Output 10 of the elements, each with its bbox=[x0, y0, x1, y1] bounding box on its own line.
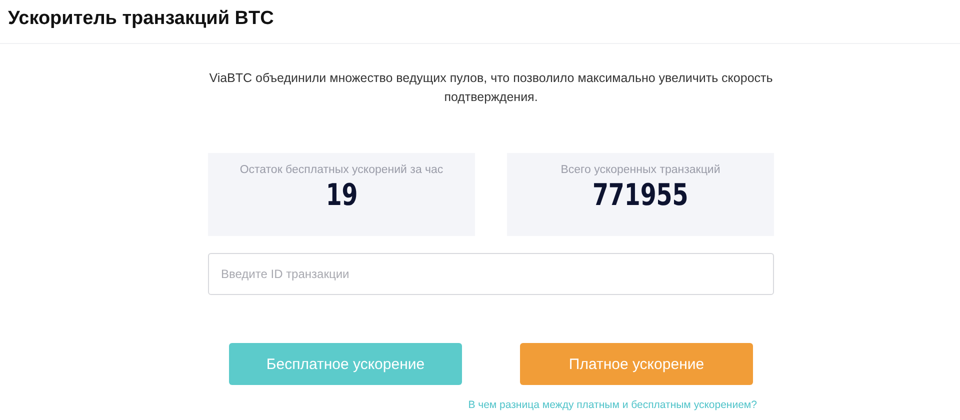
help-link[interactable]: В чем разница между платным и бесплатным ускорением? bbox=[468, 399, 757, 411]
transaction-id-field[interactable]: Введите ID транзакции bbox=[208, 253, 774, 295]
page-title: Ускоритель транзакций BTC bbox=[8, 8, 274, 30]
stat-value: 19 bbox=[326, 178, 358, 213]
paid-accelerate-button[interactable]: Платное ускорение bbox=[520, 343, 753, 385]
description-text: ViaBTC объединили множество ведущих пулов, что позволило максимально увеличить скорость подтверждения. bbox=[208, 70, 774, 106]
free-accelerate-button[interactable]: Бесплатное ускорение bbox=[229, 343, 462, 385]
stat-value: 771955 bbox=[592, 178, 688, 213]
stat-label: Всего ускоренных транзакций bbox=[560, 164, 720, 176]
stat-label: Остаток бесплатных ускорений за час bbox=[240, 164, 444, 176]
